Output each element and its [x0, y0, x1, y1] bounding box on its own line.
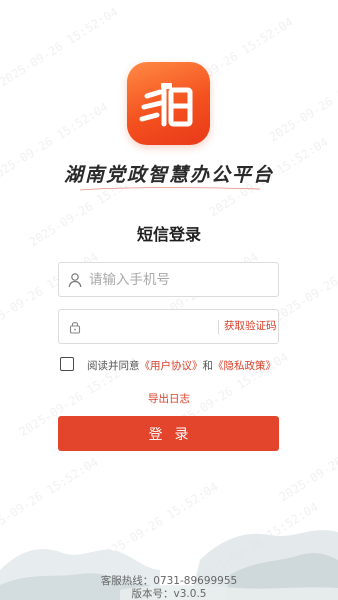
export-logs-link[interactable]: 导出日志 — [148, 393, 190, 405]
phone-input[interactable] — [89, 263, 239, 296]
agreement-text: 阅读并同意《用户协议》和《隐私政策》 — [87, 358, 276, 373]
app-logo-glyph — [139, 83, 193, 127]
privacy-policy-link[interactable]: 《隐私政策》 — [213, 360, 276, 372]
watermark-text: 2025-09-26 15:52:04 — [266, 59, 338, 145]
version-number: 版本号：v3.0.5 — [131, 588, 207, 600]
agreement-and: 和 — [202, 360, 214, 372]
login-title: 短信登录 — [136, 225, 201, 244]
phone-field[interactable] — [58, 262, 279, 297]
watermark-text: 2025-09-26 15:52:04 — [0, 4, 121, 90]
agreement-prefix: 阅读并同意 — [87, 360, 140, 372]
app-logo — [127, 62, 210, 145]
get-code-button[interactable]: 获取验证码 — [224, 310, 277, 343]
watermark-text: 2025-09-26 15:52:04 — [271, 240, 338, 325]
agreement-checkbox[interactable] — [60, 357, 74, 371]
verification-code-input[interactable] — [89, 310, 214, 343]
field-divider — [218, 320, 219, 334]
login-button[interactable]: 登录 — [58, 416, 279, 451]
verification-code-field[interactable]: 获取验证码 — [58, 309, 279, 344]
lock-icon — [69, 322, 81, 334]
user-agreement-link[interactable]: 《用户协议》 — [140, 360, 203, 372]
export-logs-row: 导出日志 — [0, 391, 338, 406]
slogan-underline — [80, 187, 260, 191]
app-slogan: 湖南党政智慧办公平台 — [63, 164, 274, 186]
user-icon — [68, 273, 82, 288]
login-screen: 2025-09-26 15:52:04 2025-09-26 15:52:04 … — [0, 0, 338, 600]
